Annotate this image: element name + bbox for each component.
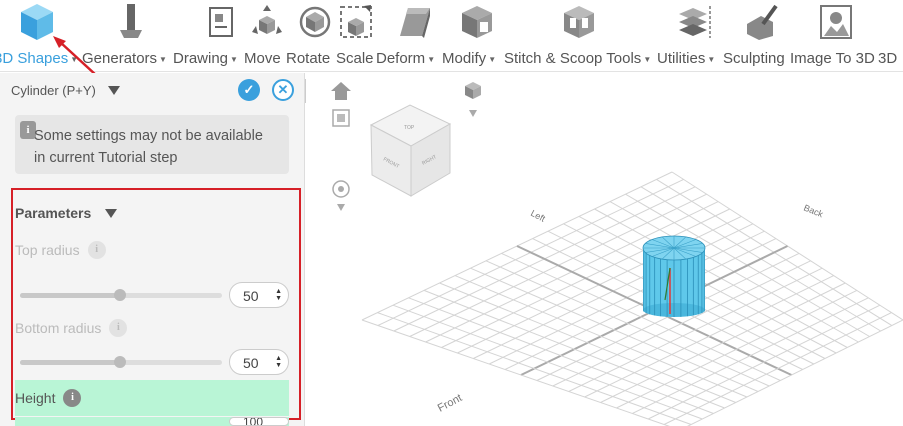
panel-title: Cylinder (P+Y) [11,82,96,98]
tool-settings-panel: Cylinder (P+Y) ✓ ✕ i Some settings may n… [0,73,305,426]
slider-handle[interactable] [114,289,126,301]
confirm-button[interactable]: ✓ [238,79,260,101]
height-value: 100 [243,417,264,426]
notice-text: Some settings may not be available in cu… [34,128,263,166]
stepper-icon[interactable]: ▲ ▼ [275,355,282,369]
close-icon: ✕ [277,82,289,97]
height-slider-row: 100 [15,417,289,426]
view-presets-icon[interactable] [465,82,481,117]
bottom-radius-input[interactable]: 50 ▲ ▼ [229,349,289,375]
orbit-icon[interactable] [332,180,350,211]
fit-view-icon[interactable] [332,109,350,127]
slider-fill [20,293,120,298]
height-row: Height i [15,380,289,416]
slider-fill [20,360,120,365]
axis-label-back: Back [802,203,825,220]
check-icon: ✓ [243,82,255,97]
top-radius-label-row: Top radius i [15,241,106,259]
view-cube[interactable]: TOP FRONT RIGHT [369,104,452,197]
height-input[interactable]: 100 [229,417,289,426]
top-radius-label: Top radius [15,242,80,258]
bottom-radius-label-row: Bottom radius i [15,319,128,337]
view-cube-top: TOP [404,125,415,131]
scene-canvas[interactable]: Left Back Front TOP FRONT RIGHT [306,73,903,426]
help-icon[interactable]: i [109,319,128,337]
axis-label-left: Left [529,208,547,224]
bottom-radius-slider[interactable] [20,356,222,368]
tutorial-notice: i Some settings may not be available in … [15,115,289,174]
panel-collapse-icon[interactable] [107,85,120,95]
height-label: Height [15,390,56,406]
parameters-header[interactable]: Parameters [15,205,118,221]
stepper-icon[interactable]: ▲ ▼ [275,288,282,302]
help-icon[interactable]: i [63,389,82,407]
parameters-title: Parameters [15,205,92,221]
cancel-button[interactable]: ✕ [272,79,294,101]
bottom-radius-value: 50 [243,355,259,371]
axis-label-front: Front [436,392,464,415]
help-icon[interactable]: i [87,241,106,259]
slider-handle[interactable] [114,356,126,368]
top-radius-input[interactable]: 50 ▲ ▼ [229,282,289,308]
chevron-down-icon [105,208,118,218]
bottom-radius-label: Bottom radius [15,320,102,336]
cylinder-object[interactable] [642,235,706,317]
3d-viewport[interactable]: Left Back Front TOP FRONT RIGHT [306,73,903,426]
top-radius-slider[interactable] [20,289,222,301]
top-radius-value: 50 [243,288,259,304]
home-icon[interactable] [331,82,351,100]
